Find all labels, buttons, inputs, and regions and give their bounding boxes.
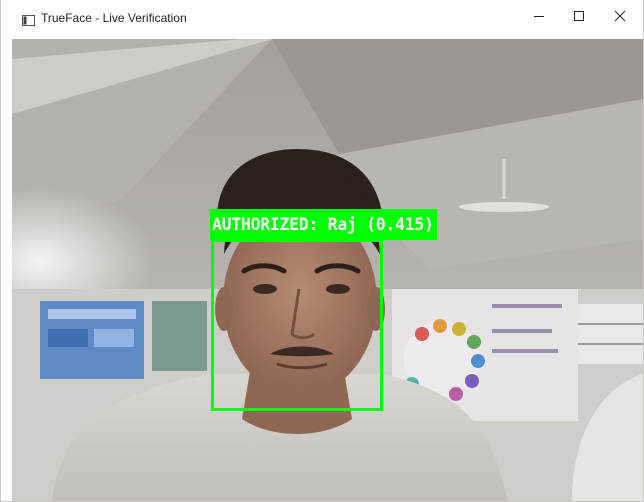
maximize-icon xyxy=(573,9,585,27)
close-icon xyxy=(614,9,626,27)
close-button[interactable] xyxy=(597,0,643,36)
app-window-icon xyxy=(22,13,35,26)
camera-feed: AUTHORIZED: Raj (0.415) xyxy=(12,39,643,501)
maximize-button[interactable] xyxy=(556,0,602,36)
face-detection-box xyxy=(211,239,383,411)
app-window: TrueFace - Live Verification AUTHORIZED:… xyxy=(0,0,644,502)
window-title: TrueFace - Live Verification xyxy=(41,11,187,25)
face-detection-label: AUTHORIZED: Raj (0.415) xyxy=(210,209,437,240)
title-bar[interactable]: TrueFace - Live Verification xyxy=(1,0,643,36)
minimize-icon xyxy=(533,9,545,27)
